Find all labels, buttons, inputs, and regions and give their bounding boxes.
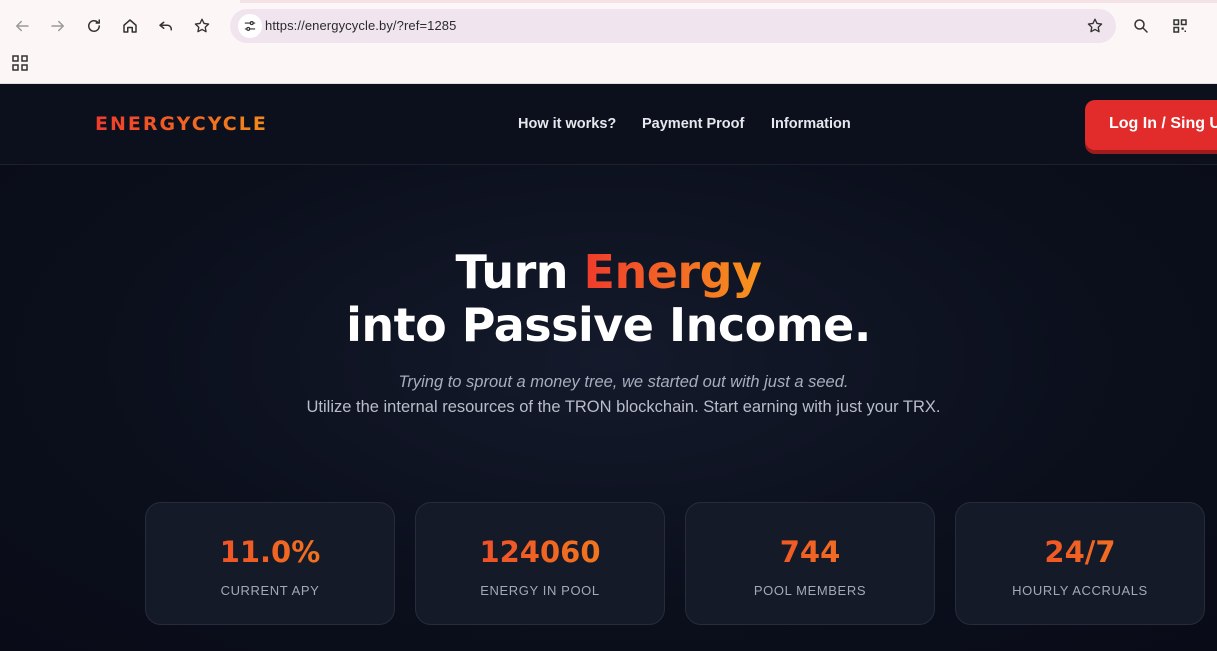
stat-card-members: 744 POOL MEMBERS — [685, 502, 935, 625]
hero-section: Turn Energy into Passive Income. Trying … — [0, 165, 1217, 651]
apps-grid-icon[interactable] — [12, 55, 28, 71]
hero-title-part1: Turn — [455, 245, 584, 299]
stat-value: 124060 — [416, 535, 664, 569]
tab-strip-edge — [240, 0, 1217, 3]
site-header: ENERGYCYCLE How it works? Payment Proof … — [0, 84, 1217, 165]
hero-description: Utilize the internal resources of the TR… — [306, 398, 941, 416]
hero-tagline: Trying to sprout a money tree, we starte… — [398, 373, 849, 391]
qr-code-button[interactable] — [1166, 12, 1194, 40]
stat-label: POOL MEMBERS — [753, 583, 867, 598]
stat-value: 744 — [686, 535, 934, 569]
site-info-icon[interactable] — [238, 14, 262, 38]
bookmark-button[interactable] — [188, 12, 216, 40]
nav-information[interactable]: Information — [771, 116, 851, 132]
undo-button[interactable] — [152, 12, 180, 40]
back-icon — [16, 20, 29, 32]
home-icon — [123, 19, 137, 33]
address-bar[interactable]: https://energycycle.by/?ref=1285 — [230, 9, 1116, 43]
stat-card-energy: 124060 ENERGY IN POOL — [415, 502, 665, 625]
bookmark-page-star-icon[interactable] — [1086, 17, 1104, 35]
stat-label: ENERGY IN POOL — [480, 583, 600, 598]
login-signup-button[interactable]: Log In / Sing Up — [1085, 100, 1217, 150]
back-button[interactable] — [8, 12, 36, 40]
search-button[interactable] — [1127, 12, 1155, 40]
nav-payment-proof[interactable]: Payment Proof — [642, 116, 744, 132]
stat-value: 11.0% — [146, 535, 394, 569]
undo-icon — [159, 21, 172, 31]
stat-label: HOURLY ACCRUALS — [1012, 583, 1148, 598]
stat-card-accruals: 24/7 HOURLY ACCRUALS — [955, 502, 1205, 625]
stat-value: 24/7 — [956, 535, 1204, 569]
qr-code-icon — [1173, 19, 1187, 33]
forward-icon — [51, 20, 64, 32]
hero-title-line1: Turn Energy — [0, 245, 1217, 299]
stat-card-apy: 11.0% CURRENT APY — [145, 502, 395, 625]
browser-chrome: https://energycycle.by/?ref=1285 — [0, 0, 1217, 84]
site-logo[interactable]: ENERGYCYCLE — [95, 113, 268, 135]
bookmark-star-icon — [194, 18, 210, 33]
home-button[interactable] — [116, 12, 144, 40]
hero-title-line2: into Passive Income. — [346, 298, 871, 352]
url-text[interactable]: https://energycycle.by/?ref=1285 — [265, 18, 456, 33]
stat-label: CURRENT APY — [220, 583, 320, 598]
nav-how-it-works[interactable]: How it works? — [518, 116, 616, 132]
reload-button[interactable] — [80, 12, 108, 40]
search-icon — [1134, 19, 1148, 33]
hero-title-accent: Energy — [583, 245, 762, 299]
reload-icon — [88, 19, 100, 32]
forward-button[interactable] — [44, 12, 72, 40]
